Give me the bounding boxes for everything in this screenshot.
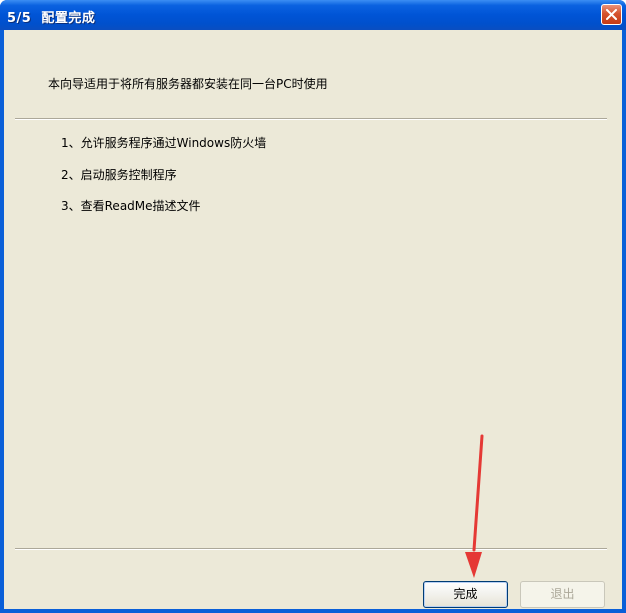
close-button[interactable] bbox=[601, 4, 622, 25]
step-view-readme: 3、查看ReadMe描述文件 bbox=[61, 199, 201, 213]
header-divider bbox=[15, 118, 607, 120]
wizard-content: 本向导适用于将所有服务器都安装在同一台PC时使用 1、允许服务程序通过Windo… bbox=[4, 30, 622, 609]
wizard-window: 5/5 配置完成 本向导适用于将所有服务器都安装在同一台PC时使用 1、允许服务… bbox=[0, 0, 626, 613]
step-allow-firewall: 1、允许服务程序通过Windows防火墙 bbox=[61, 136, 267, 150]
title-bar[interactable]: 5/5 配置完成 bbox=[0, 0, 626, 30]
footer-divider bbox=[15, 548, 607, 550]
window-title: 5/5 配置完成 bbox=[7, 11, 96, 26]
exit-button: 退出 bbox=[520, 581, 605, 608]
wizard-subtitle: 本向导适用于将所有服务器都安装在同一台PC时使用 bbox=[48, 77, 328, 91]
finish-button[interactable]: 完成 bbox=[423, 581, 508, 608]
step-start-service-control: 2、启动服务控制程序 bbox=[61, 168, 177, 182]
